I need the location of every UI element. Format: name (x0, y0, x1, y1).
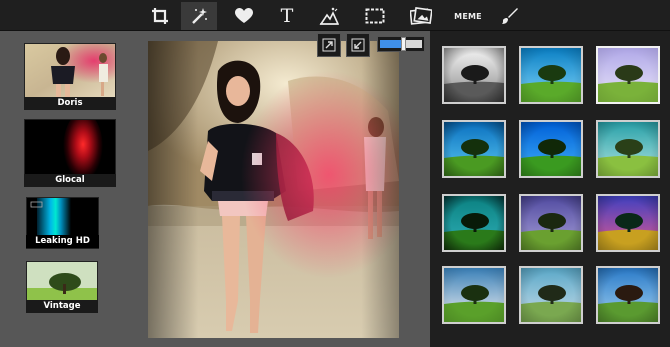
filter-grid (430, 31, 670, 347)
effects-tool-button[interactable] (181, 2, 217, 30)
text-icon: T (280, 4, 294, 27)
filter-thumbnail[interactable] (596, 266, 660, 324)
toolbar: T MEME (0, 0, 670, 31)
meme-tool-button[interactable]: MEME (450, 2, 486, 30)
effect-glocal[interactable]: Glocal (24, 119, 116, 187)
effect-vintage[interactable]: Vintage (26, 261, 98, 313)
filter-thumbnail[interactable] (596, 46, 660, 104)
zoom-slider-knob[interactable] (401, 37, 406, 51)
magic-wand-icon (192, 8, 207, 24)
filter-thumbnail[interactable] (519, 46, 583, 104)
photo-tool-button[interactable] (403, 2, 439, 30)
effect-doris[interactable]: Doris (24, 43, 116, 111)
crop-icon (152, 8, 168, 24)
filter-thumbnail[interactable] (596, 120, 660, 178)
photo-icon (410, 7, 432, 25)
effect-doris-thumbnail (24, 43, 116, 99)
crop-tool-button[interactable] (142, 2, 178, 30)
heart-icon (235, 8, 253, 23)
frames-tool-button[interactable] (357, 2, 393, 30)
expand-icon (322, 38, 336, 52)
photo-editor: T MEME Doris Glocal Leaking HD Vintage (0, 0, 670, 347)
filter-thumbnail[interactable] (596, 194, 660, 252)
filter-thumbnail[interactable] (442, 120, 506, 178)
filter-thumbnail[interactable] (519, 194, 583, 252)
effect-glocal-label: Glocal (24, 174, 116, 187)
zoom-slider-fill (380, 40, 403, 48)
effect-vintage-label: Vintage (26, 300, 98, 313)
meme-icon: MEME (454, 11, 482, 21)
text-tool-button[interactable]: T (269, 2, 305, 30)
shrink-icon (351, 38, 365, 52)
filter-thumbnail[interactable] (519, 266, 583, 324)
main-photo[interactable] (148, 41, 399, 338)
filter-thumbnail[interactable] (519, 120, 583, 178)
effect-leaking-hd[interactable]: Leaking HD (26, 197, 99, 249)
zoom-slider[interactable] (377, 36, 425, 52)
zoom-expand-button[interactable] (317, 33, 341, 57)
overlay-icon (319, 7, 339, 25)
effect-doris-label: Doris (24, 97, 116, 110)
brush-icon (502, 8, 518, 24)
filter-thumbnail[interactable] (442, 46, 506, 104)
filter-thumbnail[interactable] (442, 194, 506, 252)
zoom-shrink-button[interactable] (346, 33, 370, 57)
overlays-tool-button[interactable] (311, 2, 347, 30)
filter-thumbnail[interactable] (442, 266, 506, 324)
brush-tool-button[interactable] (492, 2, 528, 30)
canvas-area (148, 31, 430, 347)
effects-panel: Doris Glocal Leaking HD Vintage (0, 31, 148, 347)
frame-icon (365, 8, 385, 24)
stickers-tool-button[interactable] (226, 2, 262, 30)
effect-leaking-hd-label: Leaking HD (26, 235, 99, 248)
